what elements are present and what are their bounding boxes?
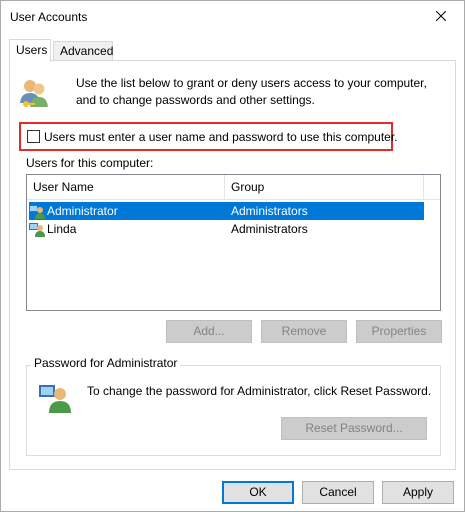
close-icon xyxy=(436,11,446,21)
users-icon xyxy=(20,80,48,107)
window-title: User Accounts xyxy=(10,10,88,24)
user-accounts-dialog: User Accounts Users Advanced Use the lis… xyxy=(0,0,465,512)
listview-header: User Name Group xyxy=(27,175,440,200)
cell-user-name: Linda xyxy=(29,221,225,237)
cancel-button[interactable]: Cancel xyxy=(302,481,374,504)
add-button[interactable]: Add... xyxy=(166,320,252,343)
title-bar: User Accounts xyxy=(1,1,464,33)
table-row[interactable]: Linda Administrators xyxy=(29,220,424,238)
tab-users[interactable]: Users xyxy=(9,39,51,62)
apply-button[interactable]: Apply xyxy=(382,481,454,504)
cell-group: Administrators xyxy=(231,204,308,218)
users-listview[interactable]: User Name Group Administrator Administra… xyxy=(26,174,441,311)
user-name-text: Administrator xyxy=(47,204,118,218)
user-name-text: Linda xyxy=(47,222,77,236)
properties-button[interactable]: Properties xyxy=(356,320,442,343)
cell-user-name: Administrator xyxy=(29,203,225,219)
user-icon xyxy=(29,205,45,219)
ok-button[interactable]: OK xyxy=(222,481,294,504)
close-button[interactable] xyxy=(418,1,464,31)
intro-text: Use the list below to grant or deny user… xyxy=(76,76,427,107)
remove-button[interactable]: Remove xyxy=(261,320,347,343)
column-header-user-name[interactable]: User Name xyxy=(27,175,225,200)
user-key-icon xyxy=(39,385,71,413)
require-login-checkbox-row: Users must enter a user name and passwor… xyxy=(19,122,398,151)
users-list-label: Users for this computer: xyxy=(26,156,154,170)
require-login-checkbox[interactable] xyxy=(27,130,40,143)
password-groupbox xyxy=(26,365,441,456)
user-icon xyxy=(29,223,45,237)
tab-advanced[interactable]: Advanced xyxy=(53,41,113,61)
require-login-label[interactable]: Users must enter a user name and passwor… xyxy=(44,130,398,144)
reset-password-button[interactable]: Reset Password... xyxy=(281,417,427,440)
password-groupbox-title: Password for Administrator xyxy=(31,356,181,370)
password-instructions: To change the password for Administrator… xyxy=(87,384,432,398)
table-row[interactable]: Administrator Administrators xyxy=(29,202,424,220)
cell-group: Administrators xyxy=(231,222,308,236)
column-header-group[interactable]: Group xyxy=(225,175,424,200)
